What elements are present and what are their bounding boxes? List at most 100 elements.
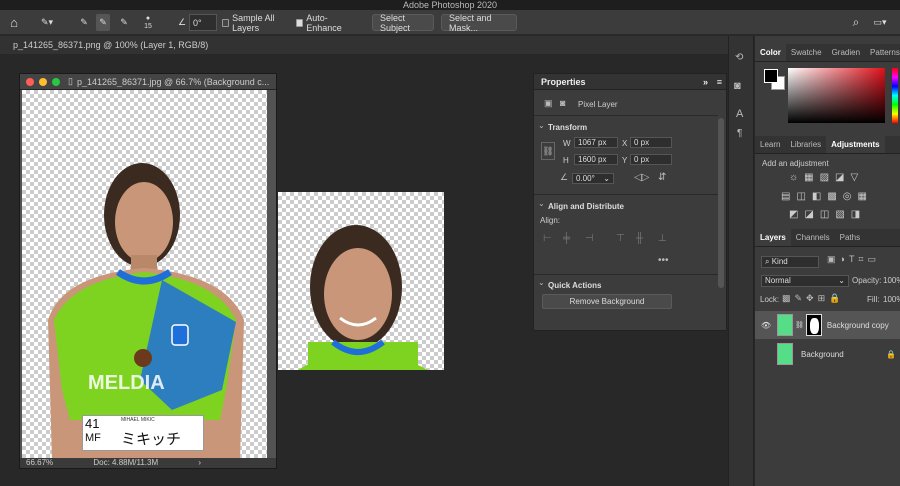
auto-enhance-checkbox[interactable]: Auto-Enhance: [296, 12, 356, 33]
chevron-down-icon: ⌄: [838, 276, 845, 285]
foreground-color-swatch-front[interactable]: [764, 69, 778, 83]
layer-mask-thumbnail[interactable]: [805, 314, 822, 336]
sample-all-layers-checkbox[interactable]: Sample All Layers: [222, 13, 294, 33]
select-subject-button[interactable]: Select Subject: [372, 12, 434, 33]
properties-scrollbar[interactable]: [718, 118, 724, 288]
link-icon[interactable]: ⛓: [795, 321, 804, 329]
tab-paths[interactable]: Paths: [835, 229, 865, 246]
properties-tab[interactable]: Properties » ≡: [534, 74, 726, 90]
align-right-icon[interactable]: ⊣: [585, 233, 594, 244]
new-selection-icon[interactable]: ✎: [77, 14, 91, 31]
tab-learn[interactable]: Learn: [755, 136, 785, 153]
layer-filter-icons[interactable]: ▣◑T⌗▭: [827, 254, 880, 265]
brush-size-picker[interactable]: ● 15: [140, 14, 156, 31]
height-value: 1600 px: [578, 155, 607, 164]
x-input[interactable]: 0 px: [630, 137, 672, 148]
select-subject-label: Select Subject: [380, 12, 411, 33]
align-left-icon[interactable]: ⊢: [543, 233, 552, 244]
angle-input[interactable]: 0°: [189, 14, 217, 31]
tab-channels[interactable]: Channels: [791, 229, 835, 246]
document-window-titlebar[interactable]: ▯ p_141265_86371.jpg @ 66.7% (Background…: [20, 74, 276, 90]
panel-menu-icon[interactable]: ≡: [717, 74, 722, 90]
document-tab[interactable]: p_141265_86371.png @ 100% (Layer 1, RGB/…: [0, 36, 728, 54]
hue-slider[interactable]: [892, 68, 898, 123]
tab-gradients[interactable]: Gradien: [827, 44, 865, 61]
zoom-level[interactable]: 66.67%: [26, 458, 53, 467]
flip-vertical-icon[interactable]: ⇵: [658, 172, 666, 183]
properties-icon[interactable]: ◙: [734, 80, 741, 92]
angle-icon: ∠: [560, 172, 569, 182]
width-input[interactable]: 1067 px: [574, 137, 618, 148]
fill-value[interactable]: 100%: [883, 295, 900, 304]
brush-size: 15: [144, 22, 152, 30]
transform-section-header[interactable]: Transform: [534, 123, 587, 132]
paragraph-icon[interactable]: ¶: [737, 128, 742, 139]
tab-swatches[interactable]: Swatche: [786, 44, 827, 61]
lock-icon[interactable]: 🔒: [886, 350, 896, 359]
select-and-mask-button[interactable]: Select and Mask...: [441, 12, 517, 33]
close-window-icon[interactable]: [26, 77, 34, 86]
align-middle-icon[interactable]: ╫: [636, 233, 643, 244]
character-icon[interactable]: A: [736, 108, 743, 120]
divider: [534, 115, 718, 116]
width-value: 1067 px: [578, 138, 607, 147]
align-top-icon[interactable]: ⊤: [616, 233, 625, 244]
workspace-icon[interactable]: ▭▾: [869, 14, 891, 31]
subtract-selection-icon[interactable]: ✎: [117, 14, 131, 31]
eye-icon[interactable]: 👁: [755, 321, 777, 330]
layer-filter-kind[interactable]: ⌕ Kind: [761, 256, 819, 268]
right-panel-dock: Color Swatche Gradien Patterns Learn Lib…: [755, 36, 900, 486]
status-menu-chevron-icon[interactable]: ›: [198, 458, 201, 467]
align-center-h-icon[interactable]: ╪: [563, 233, 570, 244]
opacity-label: Opacity:: [852, 276, 882, 285]
remove-background-button[interactable]: Remove Background: [542, 294, 672, 309]
add-to-selection-icon[interactable]: ✎: [96, 14, 110, 31]
add-adjustment-label: Add an adjustment: [762, 159, 829, 168]
second-document-image[interactable]: [278, 192, 444, 370]
link-dimensions-icon[interactable]: ⛓: [541, 142, 555, 160]
zoom-window-icon[interactable]: [52, 77, 60, 86]
flip-horizontal-icon[interactable]: ◁▷: [634, 172, 649, 183]
quick-actions-section-header[interactable]: Quick Actions: [534, 281, 602, 290]
width-label: W: [563, 139, 571, 148]
adjustment-icons-row-2[interactable]: ▤◫◧▩◎▦: [781, 191, 873, 202]
search-icon[interactable]: ⌕: [849, 14, 863, 31]
layer-thumbnail: [777, 343, 793, 365]
bib-position: MF: [85, 432, 101, 444]
tab-patterns[interactable]: Patterns: [865, 44, 900, 61]
collapse-panel-icon[interactable]: »: [703, 74, 708, 90]
layer-name[interactable]: Background: [801, 350, 844, 359]
layer-row-background-copy[interactable]: 👁 ⛓ Background copy: [755, 311, 900, 339]
tab-adjustments[interactable]: Adjustments: [826, 136, 885, 153]
align-distribute-section-header[interactable]: Align and Distribute: [534, 202, 624, 211]
minimize-window-icon[interactable]: [39, 77, 47, 86]
layer-mask-icon[interactable]: ◙: [560, 98, 565, 108]
more-options-icon[interactable]: •••: [658, 255, 669, 266]
opacity-value[interactable]: 100%: [883, 276, 900, 285]
blend-mode-select[interactable]: Normal ⌄: [761, 275, 849, 287]
document-window: ▯ p_141265_86371.jpg @ 66.7% (Background…: [19, 73, 277, 469]
select-and-mask-label: Select and Mask...: [449, 12, 492, 33]
document-status-bar: 66.67% Doc: 4.88M/11.3M ›: [20, 458, 276, 468]
document-canvas-image[interactable]: MELDIA 41 MF MIHAEL MIKIC ミキッチ: [22, 90, 267, 460]
angle-icon: ∠: [177, 17, 187, 27]
align-bottom-icon[interactable]: ⊥: [658, 233, 667, 244]
tab-layers[interactable]: Layers: [755, 229, 791, 246]
auto-enhance-label: Auto-Enhance: [306, 12, 342, 33]
tab-libraries[interactable]: Libraries: [785, 136, 826, 153]
chevron-down-icon[interactable]: ⌄: [603, 174, 610, 184]
home-icon[interactable]: ⌂: [6, 14, 22, 31]
tab-color[interactable]: Color: [755, 44, 786, 61]
quick-selection-tool-preset-icon[interactable]: ✎▾: [34, 14, 60, 31]
search-icon: ⌕: [765, 257, 772, 266]
layer-name[interactable]: Background copy: [827, 321, 889, 330]
rotation-input[interactable]: 0.00° ⌄: [572, 173, 614, 184]
adjustment-icons-row-3[interactable]: ◩◪◫▧◨: [789, 209, 866, 220]
lock-icons[interactable]: ▩✎✥⊞🔒: [782, 293, 844, 304]
layer-row-background[interactable]: Background 🔒: [755, 340, 900, 368]
y-input[interactable]: 0 px: [630, 154, 672, 165]
color-picker-field[interactable]: [788, 68, 885, 123]
adjustment-icons-row-1[interactable]: ☼▦▨◪▽: [789, 172, 864, 183]
height-input[interactable]: 1600 px: [574, 154, 618, 165]
history-icon[interactable]: ⟲: [735, 52, 743, 63]
